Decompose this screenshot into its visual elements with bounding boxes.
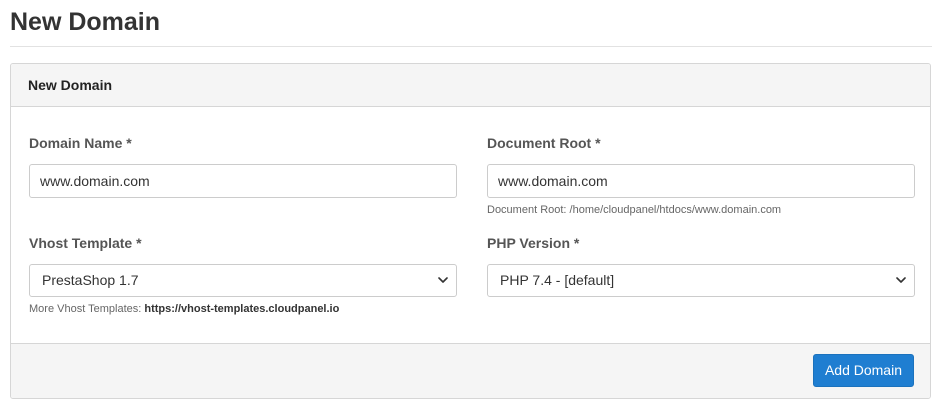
- document-root-group: Document Root * www.domain.com Document …: [487, 135, 915, 217]
- php-version-label: PHP Version *: [487, 235, 580, 251]
- vhost-template-help-text: More Vhost Templates:: [29, 303, 145, 315]
- vhost-templates-link[interactable]: https://vhost-templates.cloudpanel.io: [144, 303, 339, 315]
- vhost-template-select[interactable]: PrestaShop 1.7: [29, 264, 457, 297]
- vhost-template-help: More Vhost Templates: https://vhost-temp…: [29, 302, 457, 316]
- php-version-group: PHP Version * PHP 7.4 - [default]: [487, 235, 915, 297]
- panel-heading-title: New Domain: [28, 77, 113, 93]
- php-version-select[interactable]: PHP 7.4 - [default]: [487, 264, 915, 297]
- title-divider: [10, 46, 932, 47]
- document-root-label: Document Root *: [487, 135, 601, 151]
- document-root-input[interactable]: www.domain.com: [487, 164, 915, 198]
- document-root-help: Document Root: /home/cloudpanel/htdocs/w…: [487, 204, 782, 216]
- domain-name-label: Domain Name *: [29, 135, 132, 151]
- panel-body: Domain Name * www.domain.com Document Ro…: [11, 107, 930, 344]
- chevron-down-icon: [438, 277, 448, 283]
- vhost-template-group: Vhost Template * PrestaShop 1.7 More Vho…: [29, 235, 457, 316]
- domain-name-input[interactable]: www.domain.com: [29, 164, 457, 198]
- new-domain-panel: New Domain Domain Name * www.domain.com …: [10, 63, 931, 399]
- vhost-template-label: Vhost Template *: [29, 235, 142, 251]
- panel-heading: New Domain: [11, 64, 930, 107]
- page-title: New Domain: [10, 8, 161, 36]
- php-version-selected: PHP 7.4 - [default]: [500, 272, 615, 288]
- domain-name-group: Domain Name * www.domain.com: [29, 135, 457, 198]
- panel-footer: Add Domain: [11, 343, 930, 398]
- vhost-template-selected: PrestaShop 1.7: [42, 272, 139, 288]
- add-domain-button[interactable]: Add Domain: [812, 354, 914, 387]
- chevron-down-icon: [896, 277, 906, 283]
